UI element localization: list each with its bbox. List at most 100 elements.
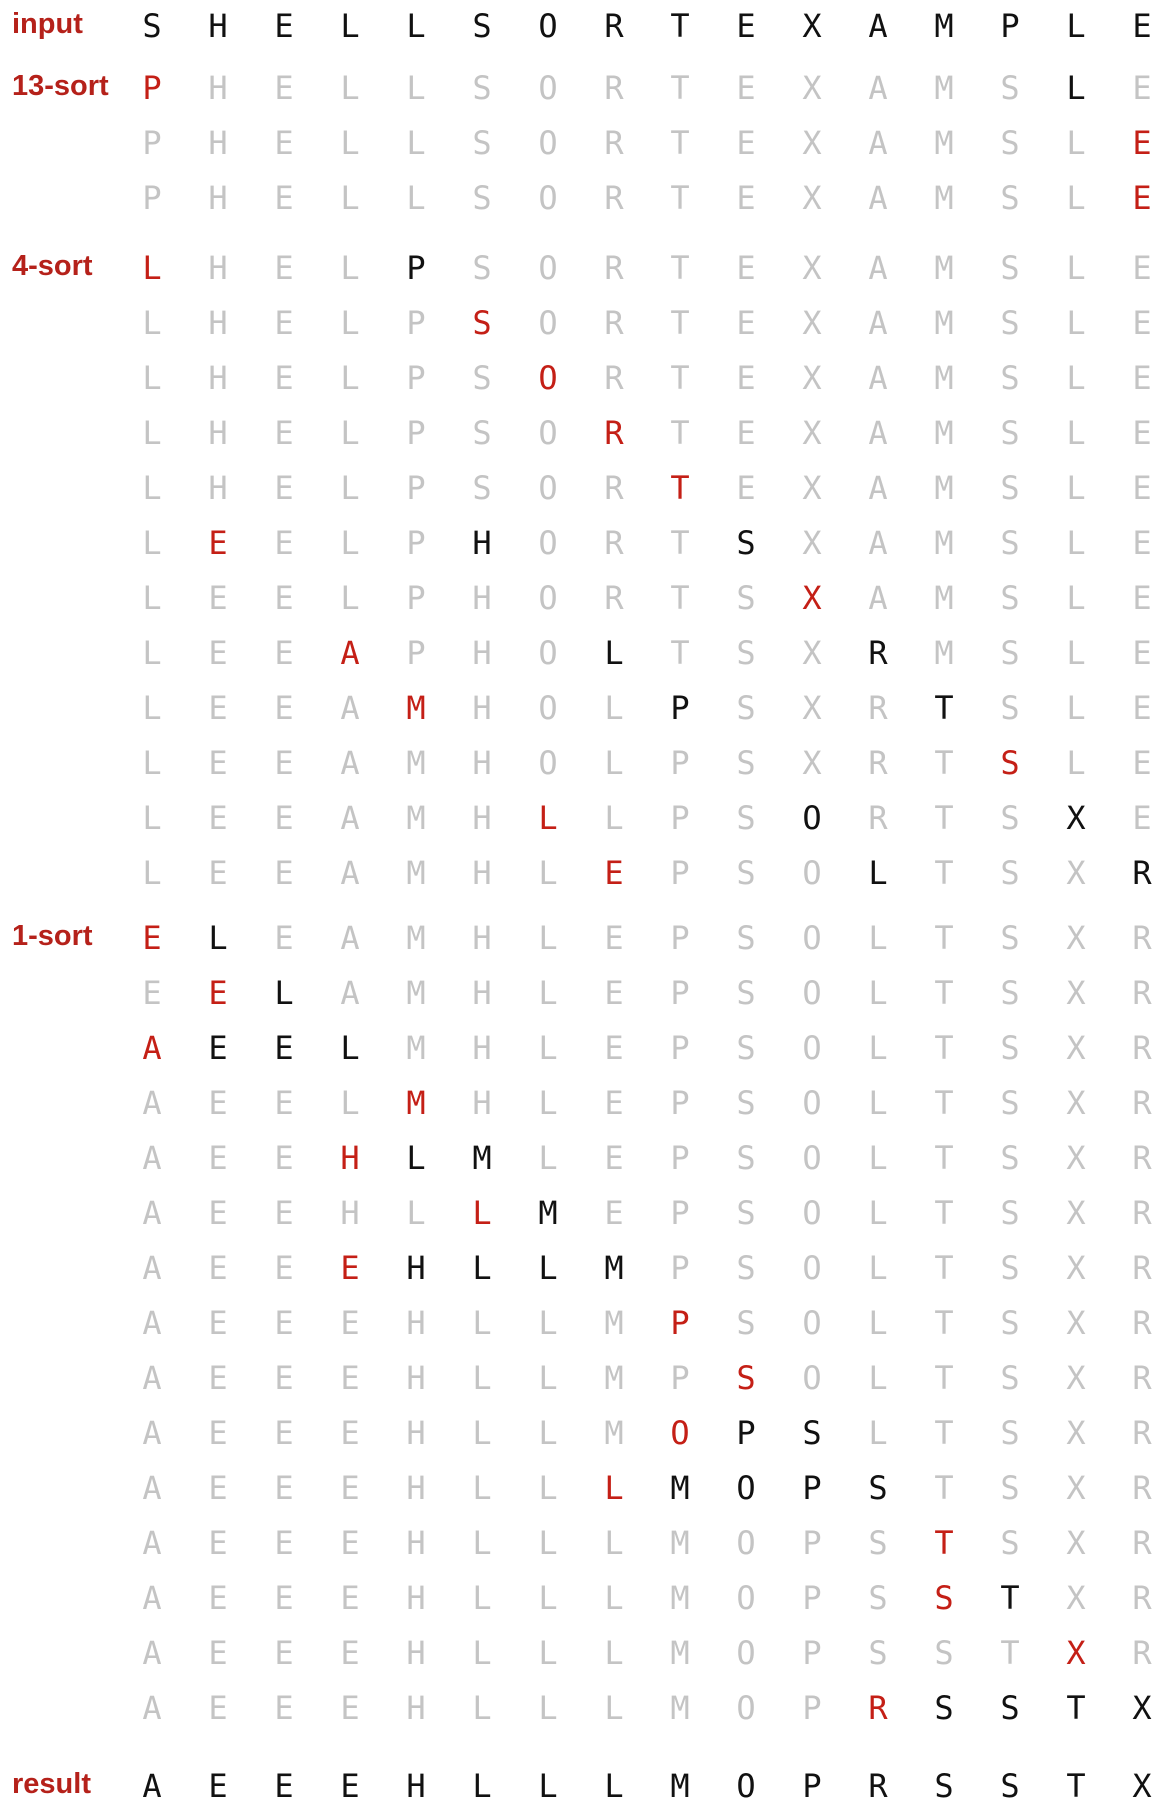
array-cell: T [670,359,690,397]
array-cell: E [736,69,756,107]
array-cell: L [604,689,624,727]
array-cell: T [670,179,690,217]
array-cell: M [934,414,954,452]
array-cell: L [142,524,162,562]
array-cell: H [472,1084,492,1122]
array-cell: A [142,1414,162,1452]
array-cell: E [1132,7,1152,45]
array-cell: L [1066,69,1086,107]
array-cell: L [1066,124,1086,162]
array-cell: M [934,124,954,162]
array-cell: L [340,414,360,452]
array-cell: E [274,469,294,507]
array-cell: O [538,69,558,107]
array-cell: E [274,304,294,342]
array-cell: A [868,469,888,507]
array-cell: P [802,1767,822,1805]
array-cell: E [274,1767,294,1805]
array-cell: E [1132,249,1152,287]
array-cell: S [736,524,756,562]
array-cell: L [340,249,360,287]
array-cell: X [802,524,822,562]
array-cell: X [1066,1579,1086,1617]
array-cell: E [208,744,228,782]
array-cell: A [340,799,360,837]
array-cell: M [406,1084,426,1122]
array-cell: E [208,1194,228,1232]
array-cell: T [670,469,690,507]
array-cell: E [274,1194,294,1232]
array-cell: T [1000,1579,1020,1617]
array-cell: L [1066,744,1086,782]
array-cell: E [736,7,756,45]
array-cell: P [406,579,426,617]
array-cell: T [934,854,954,892]
array-cell: R [1132,1414,1152,1452]
array-cell: E [208,1767,228,1805]
array-cell: S [736,634,756,672]
array-cell: X [802,579,822,617]
array-cell: M [670,1634,690,1672]
array-cell: M [538,1194,558,1232]
label-1-sort: 1-sort [12,920,93,952]
array-cell: A [142,1194,162,1232]
array-cell: S [736,854,756,892]
array-cell: R [1132,854,1152,892]
array-cell: T [934,1414,954,1452]
array-cell: L [340,1029,360,1067]
array-cell: R [868,689,888,727]
array-cell: E [340,1359,360,1397]
array-cell: L [406,1194,426,1232]
array-cell: S [1000,634,1020,672]
array-cell: A [868,69,888,107]
array-cell: S [802,1414,822,1452]
array-cell: H [208,124,228,162]
array-cell: L [406,1139,426,1177]
array-cell: E [208,1139,228,1177]
array-cell: T [670,124,690,162]
array-cell: E [340,1469,360,1507]
array-cell: P [736,1414,756,1452]
array-cell: O [802,1139,822,1177]
array-cell: M [934,579,954,617]
array-cell: H [472,689,492,727]
array-cell: S [736,689,756,727]
array-cell: S [1000,689,1020,727]
array-cell: L [340,524,360,562]
array-cell: T [1066,1767,1086,1805]
array-cell: S [1000,799,1020,837]
array-cell: E [340,1414,360,1452]
array-cell: H [406,1634,426,1672]
array-cell: E [274,854,294,892]
array-cell: X [1066,1469,1086,1507]
array-cell: P [670,854,690,892]
array-cell: A [868,179,888,217]
array-cell: E [274,1084,294,1122]
array-cell: L [538,1579,558,1617]
array-cell: P [670,1029,690,1067]
array-cell: R [604,469,624,507]
array-cell: S [934,1634,954,1672]
array-cell: E [208,1249,228,1287]
array-cell: S [736,1084,756,1122]
array-cell: E [208,524,228,562]
array-cell: L [406,69,426,107]
array-cell: L [538,1634,558,1672]
array-cell: O [802,854,822,892]
array-cell: T [934,1304,954,1342]
array-cell: S [1000,1359,1020,1397]
array-cell: O [736,1524,756,1562]
array-cell: E [274,359,294,397]
array-cell: E [1132,799,1152,837]
array-cell: O [538,689,558,727]
array-cell: S [736,919,756,957]
array-cell: E [274,1414,294,1452]
array-cell: L [1066,249,1086,287]
array-cell: L [340,469,360,507]
array-cell: L [604,1524,624,1562]
array-cell: O [538,579,558,617]
array-cell: L [868,854,888,892]
array-cell: E [736,179,756,217]
array-cell: H [208,414,228,452]
array-cell: R [1132,1084,1152,1122]
